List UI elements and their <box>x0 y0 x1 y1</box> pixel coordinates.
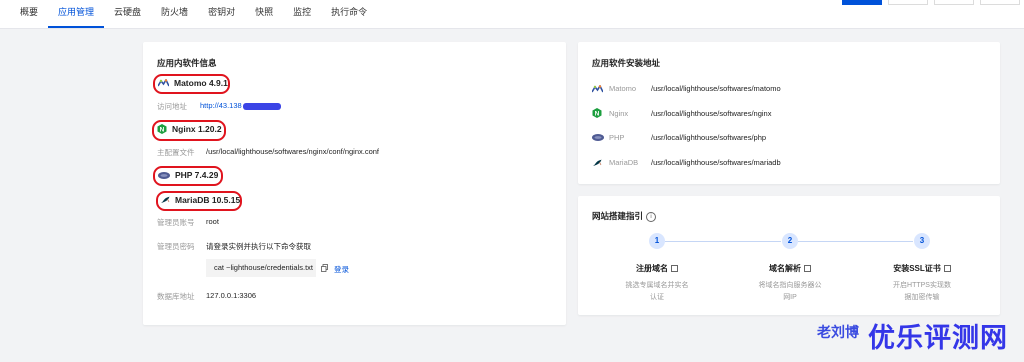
step-desc: 挑选专属域名并实名 认证 <box>612 280 702 304</box>
main-config-label: 主配置文件 <box>157 148 195 157</box>
info-icon[interactable]: i <box>646 211 657 222</box>
install-paths-title: 应用软件安装地址 <box>592 58 661 68</box>
redaction-mask <box>242 102 281 110</box>
tab-snapshot[interactable]: 快照 <box>245 0 283 28</box>
site-guide-title: 网站搭建指引 i <box>592 210 657 222</box>
install-path-row-matomo: Matomo /usr/local/lighthouse/softwares/m… <box>592 84 781 93</box>
install-path-value: /usr/local/lighthouse/softwares/matomo <box>651 84 781 93</box>
install-path-name: Nginx <box>609 108 629 118</box>
step-number: 3 <box>914 233 930 249</box>
nginx-name: N Nginx 1.20.2 <box>157 124 222 134</box>
db-address-value: 127.0.0.1:3306 <box>206 291 257 300</box>
top-nav-bar: 概要 应用管理 云硬盘 防火墙 密钥对 快照 监控 执行命令 <box>0 0 1024 29</box>
toolbar-button[interactable] <box>980 0 1020 5</box>
tab-monitor[interactable]: 监控 <box>283 0 321 28</box>
nginx-name-text: Nginx 1.20.2 <box>172 124 222 134</box>
nginx-icon: N <box>157 124 167 134</box>
php-name-text: PHP 7.4.29 <box>175 170 219 180</box>
install-path-name: Matomo <box>609 84 637 93</box>
php-icon <box>592 134 604 141</box>
install-path-row-mariadb: MariaDB /usr/local/lighthouse/softwares/… <box>592 158 781 167</box>
matomo-name: Matomo 4.9.1 <box>158 78 228 88</box>
external-link-icon[interactable] <box>943 265 951 273</box>
step-desc-line: 开启HTTPS实现数 <box>893 282 951 289</box>
site-guide-title-text: 网站搭建指引 <box>592 211 644 221</box>
step-title-text[interactable]: 域名解析 <box>769 264 801 273</box>
step-title-register-domain[interactable]: 注册域名 <box>607 263 707 274</box>
watermark-small: 老刘博 <box>817 324 859 340</box>
step-desc-line: 将域名指向服务器公 <box>758 282 822 289</box>
install-path-row-php: PHP /usr/local/lighthouse/softwares/php <box>592 133 766 142</box>
command-box: cat ~lighthouse/credentials.txt <box>206 259 316 277</box>
mariadb-name-text: MariaDB 10.5.15 <box>175 195 241 205</box>
step-desc-line: 网IP <box>783 294 797 301</box>
step-title-ssl[interactable]: 安装SSL证书 <box>872 263 972 274</box>
step-title-text[interactable]: 注册域名 <box>636 264 668 273</box>
step-desc: 将域名指向服务器公 网IP <box>745 280 835 304</box>
step-number: 1 <box>649 233 665 249</box>
install-path-name: MariaDB <box>609 158 639 167</box>
svg-text:N: N <box>160 126 165 133</box>
matomo-icon <box>158 79 169 87</box>
step-number: 2 <box>782 233 798 249</box>
step-desc: 开启HTTPS实现数 据加密传输 <box>877 280 967 304</box>
install-path-value: /usr/local/lighthouse/softwares/mariadb <box>651 158 781 167</box>
step-connector <box>798 241 913 242</box>
watermark-large: 优乐评测网 <box>868 323 1008 353</box>
matomo-icon <box>592 84 603 92</box>
step-desc-line: 据加密传输 <box>904 294 940 301</box>
toolbar-button[interactable] <box>934 0 974 5</box>
install-path-row-nginx: N Nginx /usr/local/lighthouse/softwares/… <box>592 108 771 118</box>
mariadb-name: MariaDB 10.5.15 <box>160 195 240 205</box>
external-link-icon[interactable] <box>671 265 678 273</box>
access-url-value[interactable]: http://43.138 <box>200 101 281 110</box>
login-link[interactable]: 登录 <box>334 264 349 275</box>
admin-account-value: root <box>206 217 219 226</box>
access-url-link[interactable]: http://43.138 <box>200 101 242 110</box>
step-desc-line: 挑选专属域名并实名 <box>625 282 689 289</box>
main-config-value: /usr/local/lighthouse/softwares/nginx/co… <box>206 147 380 156</box>
external-link-icon[interactable] <box>804 265 811 273</box>
step-connector <box>665 241 781 242</box>
step-desc-line: 认证 <box>650 294 664 301</box>
step-title-text[interactable]: 安装SSL证书 <box>893 264 941 273</box>
toolbar-primary-button[interactable] <box>842 0 882 5</box>
mariadb-icon <box>593 159 602 166</box>
toolbar-button[interactable] <box>888 0 928 5</box>
admin-password-hint: 请登录实例并执行以下命令获取 <box>206 242 311 251</box>
svg-text:N: N <box>595 110 600 117</box>
tab-firewall[interactable]: 防火墙 <box>151 0 198 28</box>
php-icon <box>158 171 170 179</box>
tab-app-management[interactable]: 应用管理 <box>48 0 105 28</box>
tab-list: 概要 应用管理 云硬盘 防火墙 密钥对 快照 监控 执行命令 <box>10 0 377 28</box>
php-name: PHP 7.4.29 <box>158 170 218 180</box>
matomo-name-text: Matomo 4.9.1 <box>174 78 228 88</box>
mariadb-icon <box>161 196 170 203</box>
step-title-dns[interactable]: 域名解析 <box>740 263 840 274</box>
tab-cloud-disk[interactable]: 云硬盘 <box>104 0 151 28</box>
access-url-label: 访问地址 <box>157 102 187 111</box>
admin-account-label: 管理员账号 <box>157 218 195 227</box>
tab-overview[interactable]: 概要 <box>10 0 48 28</box>
tab-run-command[interactable]: 执行命令 <box>321 0 377 28</box>
install-path-value: /usr/local/lighthouse/softwares/php <box>651 133 767 142</box>
install-path-name: PHP <box>609 133 625 142</box>
admin-password-label: 管理员密码 <box>157 242 195 251</box>
db-address-label: 数据库地址 <box>157 292 195 301</box>
copy-icon[interactable] <box>321 264 328 272</box>
app-info-title: 应用内软件信息 <box>157 58 217 68</box>
nginx-icon: N <box>592 108 602 118</box>
tab-key-pair[interactable]: 密钥对 <box>198 0 245 28</box>
install-path-value: /usr/local/lighthouse/softwares/nginx <box>651 108 772 118</box>
